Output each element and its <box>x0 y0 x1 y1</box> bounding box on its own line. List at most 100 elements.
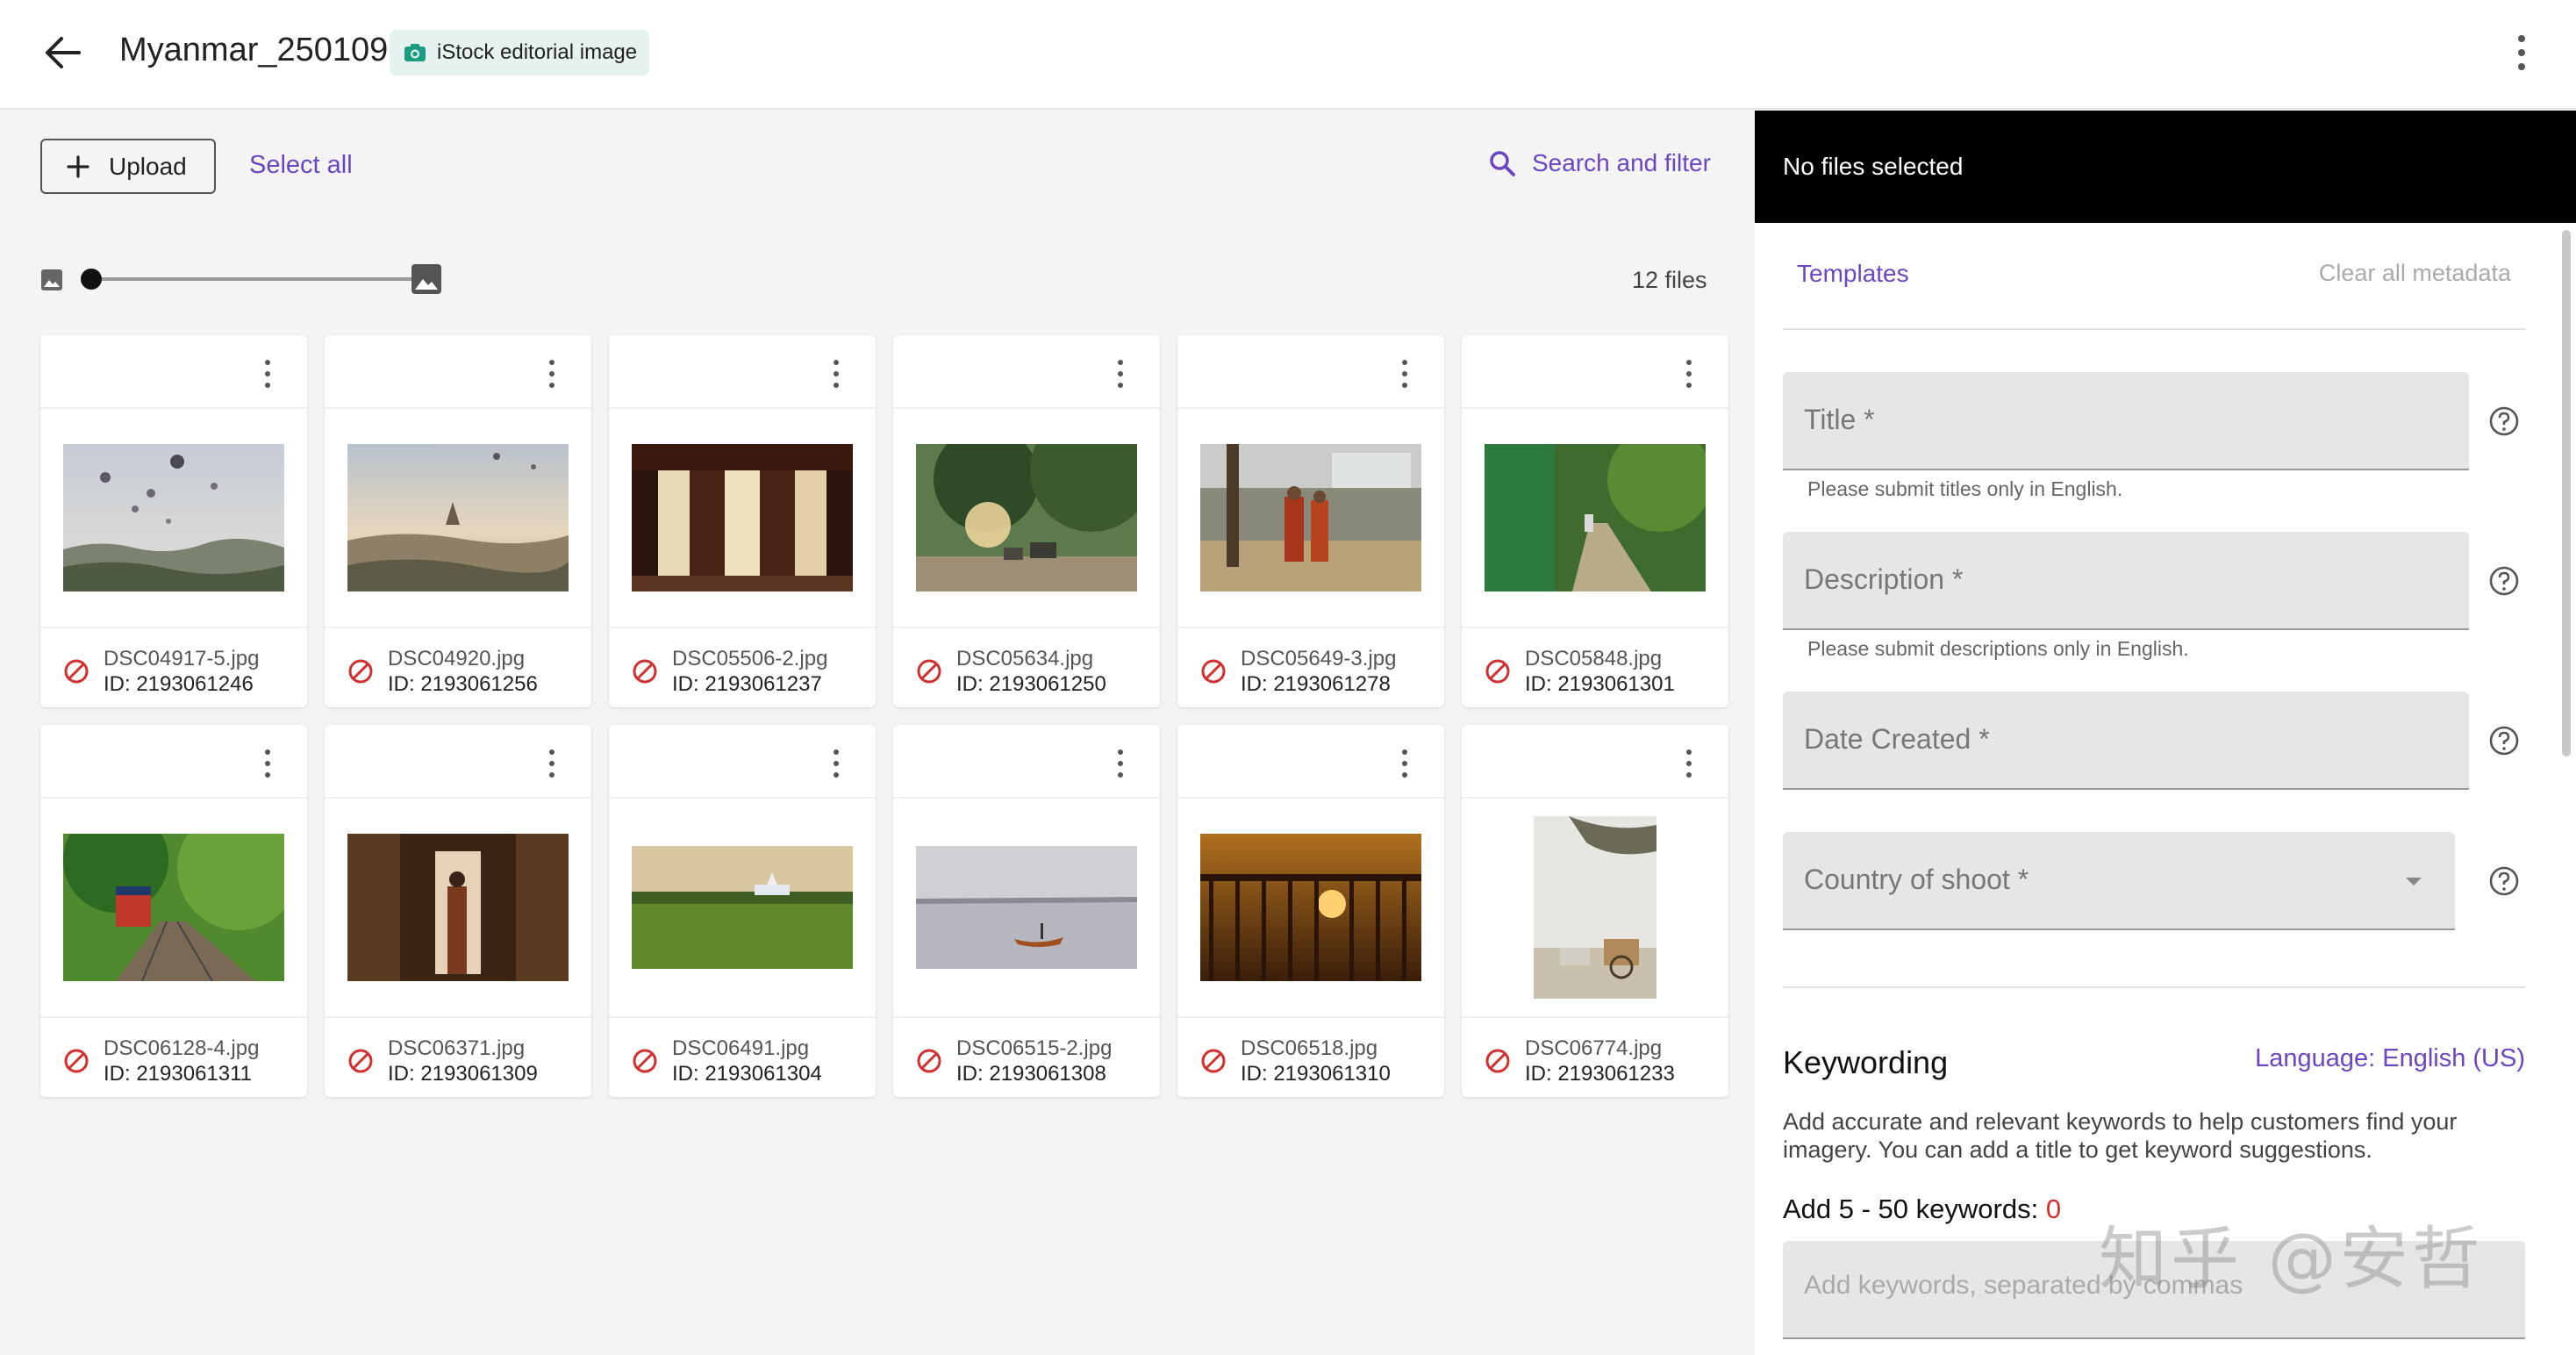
plus-icon <box>67 154 89 178</box>
file-thumbnail <box>632 846 853 969</box>
card-more-icon[interactable] <box>1683 749 1695 778</box>
metadata-panel: Templates Clear all metadata Title * Ple… <box>1755 223 2576 1355</box>
clear-metadata-link[interactable]: Clear all metadata <box>2319 260 2511 287</box>
keyword-count-value: 0 <box>2045 1194 2062 1224</box>
error-status-icon <box>348 659 373 684</box>
file-thumbnail <box>63 444 284 591</box>
back-arrow-icon[interactable] <box>42 33 86 72</box>
keywording-title: Keywording <box>1783 1044 1949 1080</box>
file-card[interactable]: DSC05634.jpg ID: 2193061250 <box>893 335 1160 707</box>
country-dropdown[interactable]: Country of shoot * <box>1783 832 2455 930</box>
file-thumbnail <box>1485 444 1706 591</box>
help-icon[interactable] <box>2488 565 2520 597</box>
date-created-field[interactable]: Date Created * <box>1783 692 2469 790</box>
file-count: 12 files <box>1632 267 1707 293</box>
file-id: ID: 2193061237 <box>672 672 822 696</box>
file-thumbnail <box>916 846 1137 969</box>
editorial-badge: iStock editorial image <box>390 30 650 75</box>
date-created-label: Date Created * <box>1804 723 1990 755</box>
file-card[interactable]: DSC05848.jpg ID: 2193061301 <box>1462 335 1728 707</box>
title-field[interactable]: Title * <box>1783 372 2469 470</box>
language-selector[interactable]: Language: English (US) <box>2255 1044 2525 1073</box>
file-thumbnail <box>1534 816 1657 999</box>
file-card[interactable]: DSC04920.jpg ID: 2193061256 <box>325 335 591 707</box>
card-more-icon[interactable] <box>261 360 274 388</box>
file-thumbnail <box>1200 444 1421 591</box>
file-thumbnail <box>347 834 569 981</box>
error-status-icon <box>917 659 941 684</box>
error-status-icon <box>1201 659 1226 684</box>
file-id: ID: 2193061246 <box>104 672 254 696</box>
select-all-link[interactable]: Select all <box>249 151 353 180</box>
file-id: ID: 2193061310 <box>1241 1062 1391 1086</box>
card-more-icon[interactable] <box>830 360 842 388</box>
help-icon[interactable] <box>2488 725 2520 756</box>
file-card[interactable]: DSC06128-4.jpg ID: 2193061311 <box>40 725 307 1097</box>
help-icon[interactable] <box>2488 865 2520 897</box>
file-id: ID: 2193061233 <box>1525 1062 1675 1086</box>
file-thumbnail <box>916 444 1137 591</box>
search-filter-label: Search and filter <box>1532 149 1711 176</box>
image-large-icon <box>411 264 441 294</box>
file-card[interactable]: DSC05506-2.jpg ID: 2193061237 <box>609 335 876 707</box>
error-status-icon <box>64 659 89 684</box>
card-more-icon[interactable] <box>1114 360 1127 388</box>
file-card[interactable]: DSC06371.jpg ID: 2193061309 <box>325 725 591 1097</box>
file-name: DSC06518.jpg <box>1241 1036 1378 1060</box>
error-status-icon <box>1201 1049 1226 1073</box>
file-name: DSC05506-2.jpg <box>672 647 828 670</box>
card-more-icon[interactable] <box>1399 749 1411 778</box>
card-more-icon[interactable] <box>546 749 558 778</box>
country-label: Country of shoot * <box>1804 864 2029 895</box>
file-id: ID: 2193061304 <box>672 1062 822 1086</box>
card-more-icon[interactable] <box>830 749 842 778</box>
file-card[interactable]: DSC04917-5.jpg ID: 2193061246 <box>40 335 307 707</box>
card-more-icon[interactable] <box>261 749 274 778</box>
card-more-icon[interactable] <box>1683 360 1695 388</box>
file-id: ID: 2193061256 <box>388 672 538 696</box>
slider-thumb[interactable] <box>81 269 102 290</box>
file-name: DSC06371.jpg <box>388 1036 526 1060</box>
file-id: ID: 2193061278 <box>1241 672 1391 696</box>
file-name: DSC04917-5.jpg <box>104 647 260 670</box>
divider <box>1783 986 2525 988</box>
error-status-icon <box>633 1049 657 1073</box>
card-more-icon[interactable] <box>546 360 558 388</box>
file-card[interactable]: DSC06774.jpg ID: 2193061233 <box>1462 725 1728 1097</box>
keywording-description: Add accurate and relevant keywords to he… <box>1783 1108 2458 1163</box>
app-header: Myanmar_250109 iStock editorial image <box>0 0 2576 110</box>
error-status-icon <box>1485 659 1510 684</box>
title-field-label: Title * <box>1804 404 1875 435</box>
file-card[interactable]: DSC06491.jpg ID: 2193061304 <box>609 725 876 1097</box>
file-id: ID: 2193061308 <box>956 1062 1106 1086</box>
badge-label: iStock editorial image <box>437 40 638 64</box>
description-field[interactable]: Description * <box>1783 532 2469 630</box>
more-options-icon[interactable] <box>2513 35 2530 70</box>
watermark: 知乎 @安哲 <box>2099 1220 2484 1299</box>
camera-icon <box>404 44 426 61</box>
selection-status: No files selected <box>1783 153 1964 180</box>
thumbnail-size-slider[interactable] <box>40 263 444 295</box>
error-status-icon <box>917 1049 941 1073</box>
file-thumbnail <box>632 444 853 591</box>
page-title: Myanmar_250109 <box>119 32 389 68</box>
file-card[interactable]: DSC05649-3.jpg ID: 2193061278 <box>1177 335 1444 707</box>
image-small-icon <box>41 269 62 290</box>
card-more-icon[interactable] <box>1399 360 1411 388</box>
keyword-count: Add 5 - 50 keywords: 0 <box>1783 1194 2061 1225</box>
upload-label: Upload <box>109 152 187 180</box>
scrollbar[interactable] <box>2562 230 2571 756</box>
file-card[interactable]: DSC06515-2.jpg ID: 2193061308 <box>893 725 1160 1097</box>
file-id: ID: 2193061311 <box>104 1062 253 1086</box>
error-status-icon <box>64 1049 89 1073</box>
card-more-icon[interactable] <box>1114 749 1127 778</box>
slider-track[interactable] <box>88 277 428 281</box>
search-filter-button[interactable]: Search and filter <box>1488 149 1711 177</box>
file-thumbnail <box>347 444 569 591</box>
templates-link[interactable]: Templates <box>1797 260 1909 288</box>
help-icon[interactable] <box>2488 405 2520 437</box>
file-name: DSC04920.jpg <box>388 647 526 670</box>
file-card[interactable]: DSC06518.jpg ID: 2193061310 <box>1177 725 1444 1097</box>
error-status-icon <box>348 1049 373 1073</box>
upload-button[interactable]: Upload <box>40 139 216 194</box>
